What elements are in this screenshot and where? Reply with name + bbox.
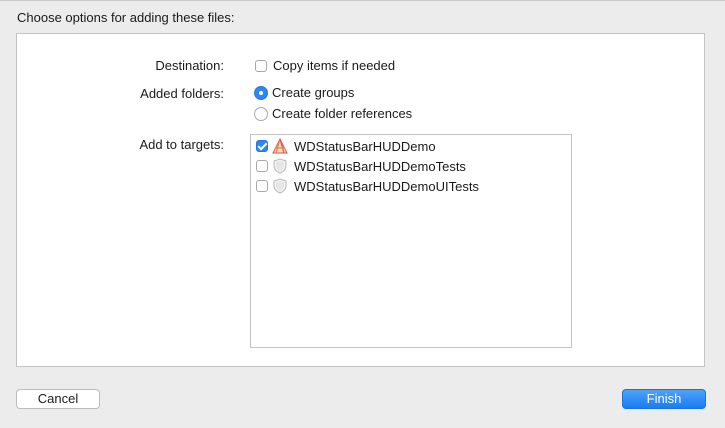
app-target-icon xyxy=(272,138,288,154)
create-groups-label: Create groups xyxy=(272,85,355,100)
targets-list[interactable]: WDStatusBarHUDDemo WDStatusBarHUDDemoTes… xyxy=(250,134,572,348)
target-checkbox[interactable] xyxy=(256,160,268,172)
target-row-wdstatusbarhuddemotests[interactable]: WDStatusBarHUDDemoTests xyxy=(256,158,466,174)
copy-items-checkbox[interactable] xyxy=(255,59,267,72)
copy-items-label: Copy items if needed xyxy=(273,58,396,73)
create-folder-references-label: Create folder references xyxy=(272,106,413,121)
target-row-wdstatusbarhuddemo[interactable]: WDStatusBarHUDDemo xyxy=(256,138,436,154)
create-folder-references-radio-control[interactable]: Create folder references xyxy=(254,106,412,121)
cancel-button[interactable]: Cancel xyxy=(16,389,100,409)
added-folders-label: Added folders: xyxy=(140,86,224,101)
create-groups-radio-control[interactable]: Create groups xyxy=(254,85,354,100)
target-name: WDStatusBarHUDDemoUITests xyxy=(294,178,479,194)
target-checkbox[interactable] xyxy=(256,180,268,192)
add-to-targets-label: Add to targets: xyxy=(139,137,224,152)
target-checkbox[interactable] xyxy=(256,140,268,152)
destination-label: Destination: xyxy=(155,58,224,73)
target-name: WDStatusBarHUDDemoTests xyxy=(294,158,466,174)
window-top-border xyxy=(0,0,725,1)
create-folder-references-radio[interactable] xyxy=(254,106,268,121)
test-target-icon xyxy=(273,178,287,194)
target-name: WDStatusBarHUDDemo xyxy=(294,138,436,154)
create-groups-radio[interactable] xyxy=(254,85,268,100)
test-target-icon xyxy=(273,158,287,174)
dialog-title: Choose options for adding these files: xyxy=(17,10,235,25)
options-panel: Destination: Copy items if needed Added … xyxy=(16,33,705,367)
copy-items-checkbox-control[interactable]: Copy items if needed xyxy=(255,58,395,73)
finish-button[interactable]: Finish xyxy=(622,389,706,409)
target-row-wdstatusbarhuddemouitests[interactable]: WDStatusBarHUDDemoUITests xyxy=(256,178,479,194)
